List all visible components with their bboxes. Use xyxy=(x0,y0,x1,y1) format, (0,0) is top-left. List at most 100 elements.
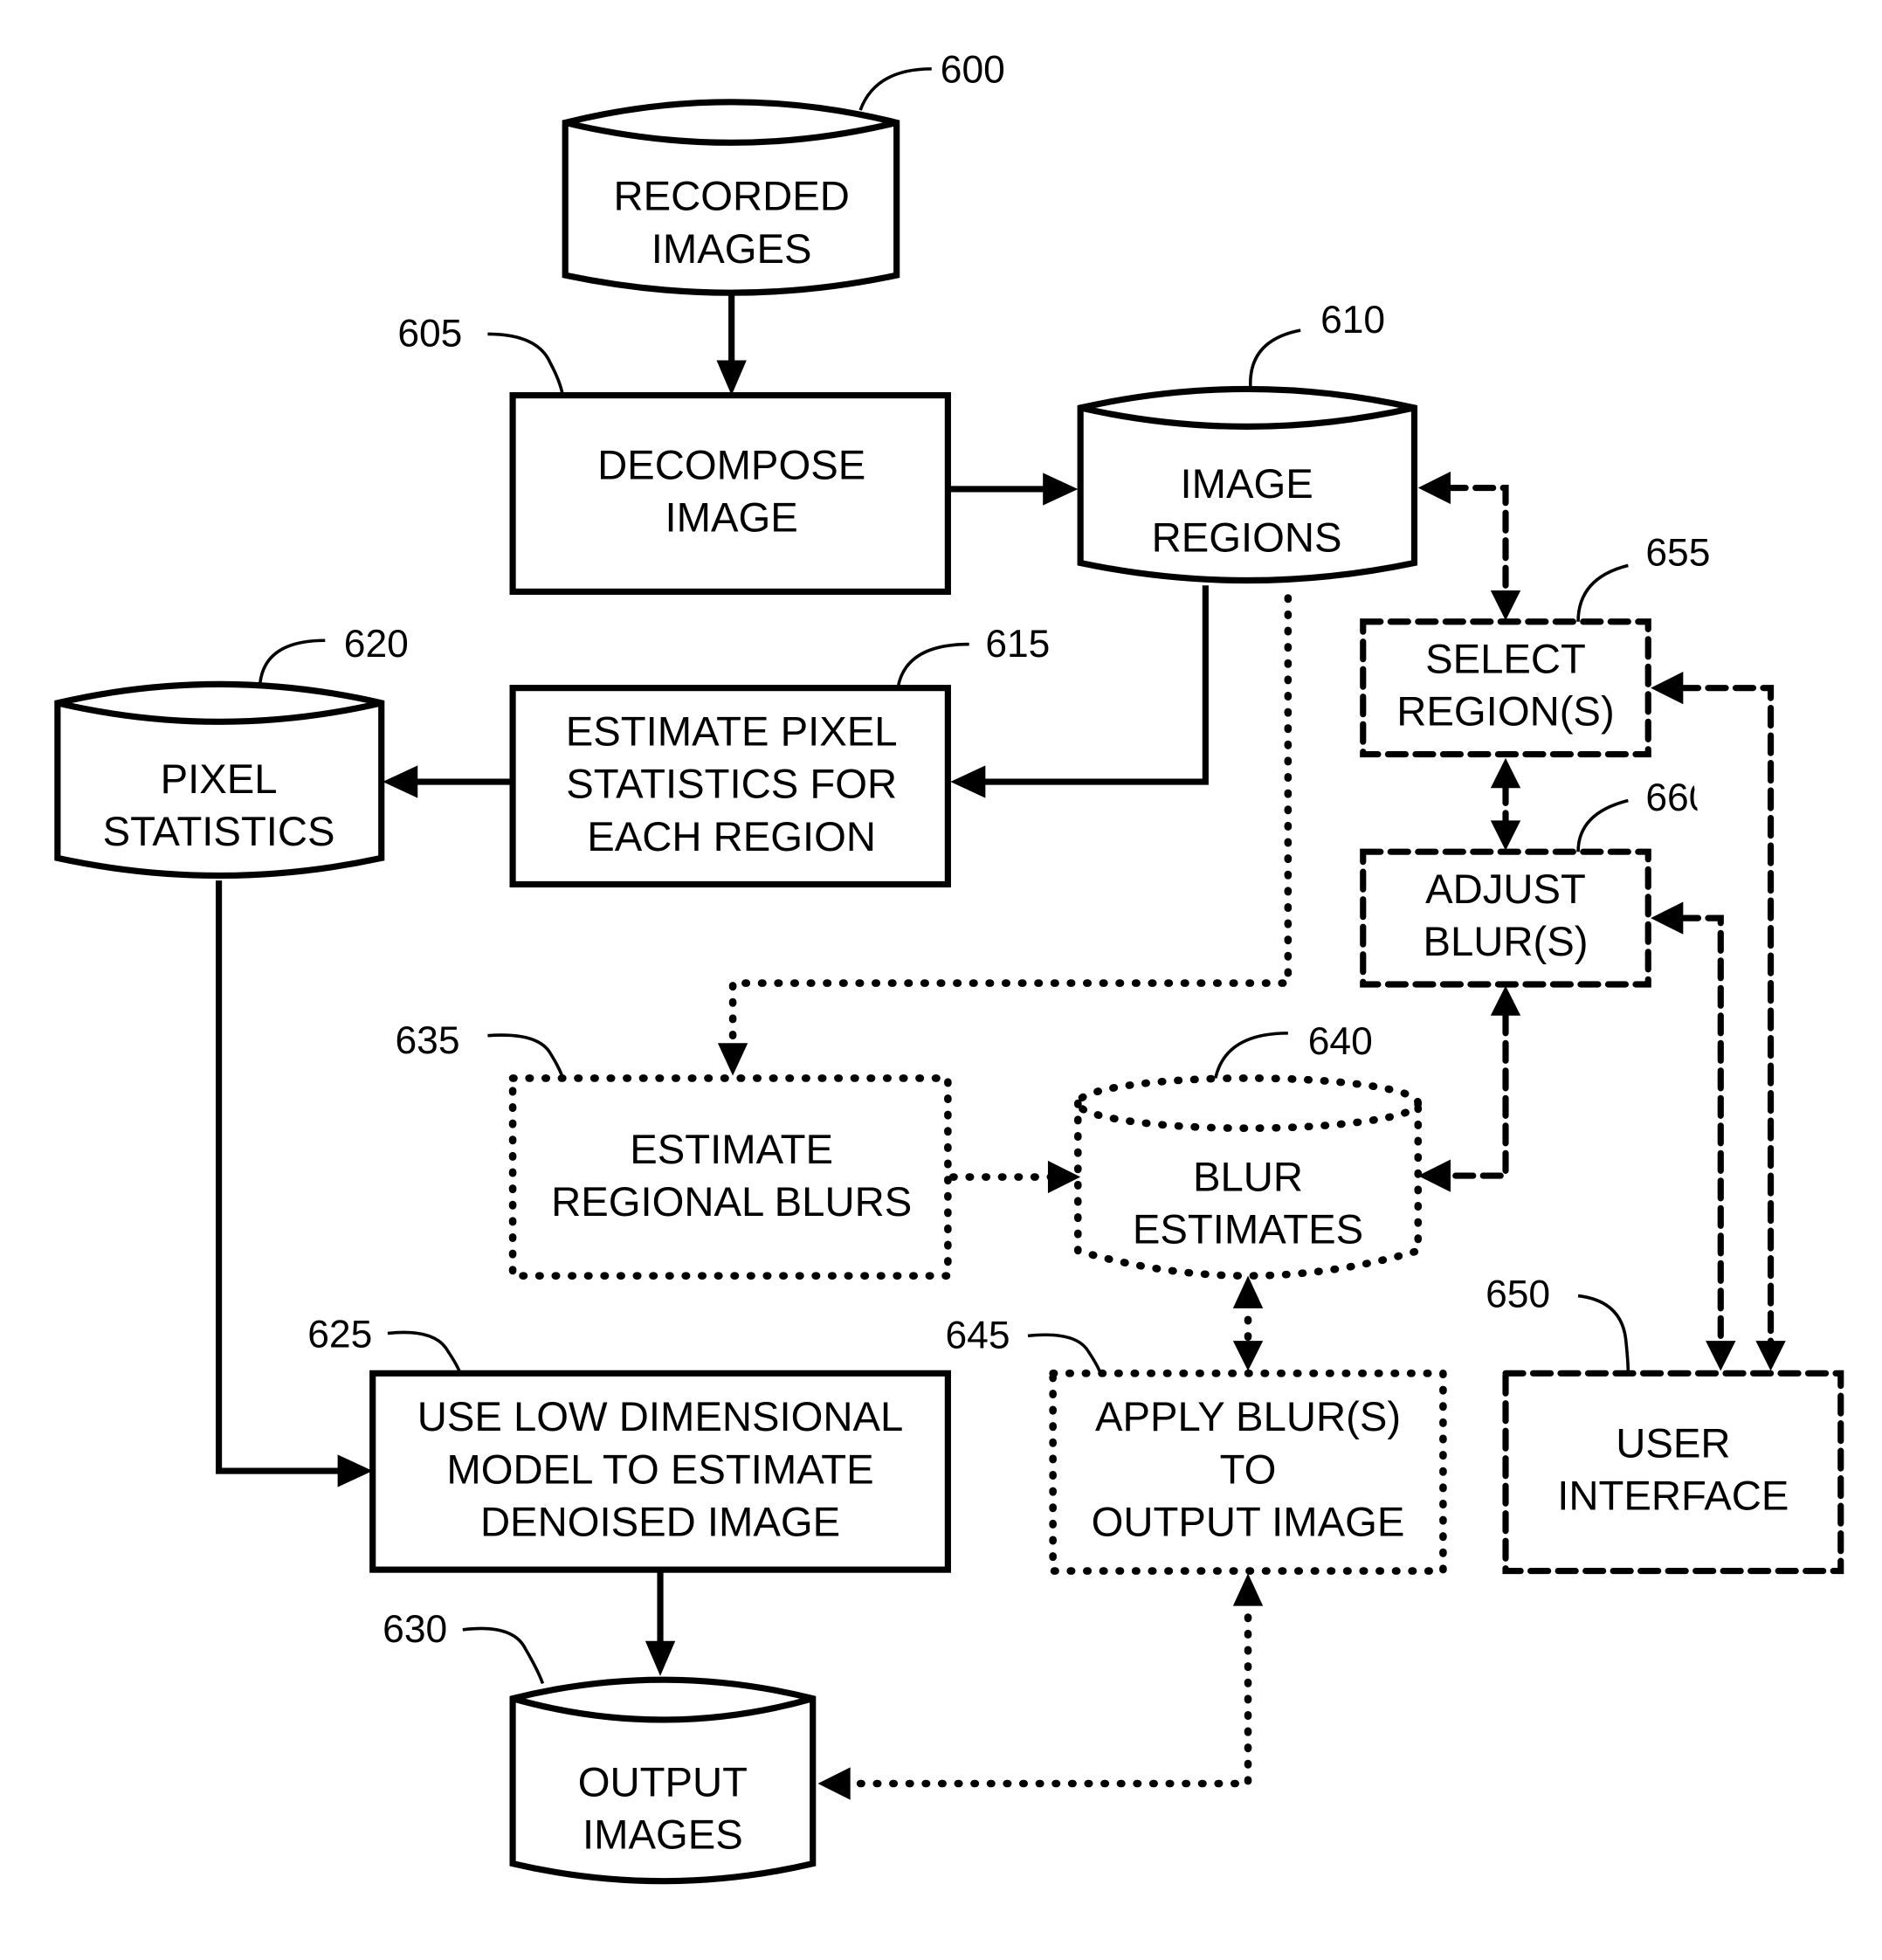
edge-605-610 xyxy=(948,473,1079,506)
edge-635-640 xyxy=(948,1160,1081,1194)
arrowhead-icon xyxy=(1490,985,1521,1016)
node-label-line: APPLY BLUR(S) xyxy=(1095,1394,1401,1440)
node-label-line: OUTPUT IMAGE xyxy=(1092,1499,1405,1545)
ref-number: 635 xyxy=(395,1019,459,1062)
node-label-line: IMAGES xyxy=(651,226,812,273)
arrowhead-icon xyxy=(1232,1275,1264,1308)
node-label-line: BLUR xyxy=(1193,1154,1303,1200)
arrowhead-icon xyxy=(717,1043,748,1076)
node-blur-estimates: BLUR ESTIMATES 640 xyxy=(1073,1020,1423,1280)
node-label-line: REGION(S) xyxy=(1396,689,1614,735)
node-label-line: ESTIMATES xyxy=(1133,1206,1363,1253)
node-pixel-statistics: PIXEL STATISTICS 620 xyxy=(54,623,409,880)
ref-leader xyxy=(1027,1333,1102,1374)
arrowhead-icon xyxy=(950,765,986,798)
node-low-dimensional-model: USE LOW DIMENSIONAL MODEL TO ESTIMATE DE… xyxy=(307,1313,951,1573)
ref-number: 600 xyxy=(941,49,1005,92)
node-label-line: USE LOW DIMENSIONAL xyxy=(417,1394,904,1440)
node-output-images: OUTPUT IMAGES 630 xyxy=(383,1608,817,1885)
ref-number: 615 xyxy=(985,623,1050,666)
node-recorded-images: RECORDED IMAGES 600 xyxy=(562,49,1005,296)
ref-number: 645 xyxy=(946,1315,1010,1357)
arrowhead-icon xyxy=(1651,901,1684,935)
edge-625-630 xyxy=(645,1570,676,1676)
node-label-line: IMAGE xyxy=(1180,461,1313,507)
node-label-line: TO xyxy=(1220,1446,1277,1493)
optional-process-box xyxy=(508,1074,952,1280)
arrowhead-icon xyxy=(1043,473,1079,506)
edge-640-645 xyxy=(1232,1275,1264,1371)
edge-610-655 xyxy=(1417,471,1521,621)
arrowhead-icon xyxy=(645,1640,676,1676)
node-apply-blurs: APPLY BLUR(S) TO OUTPUT IMAGE 645 xyxy=(946,1315,1447,1575)
ref-leader xyxy=(896,642,969,688)
ref-leader xyxy=(259,638,326,684)
arrowhead-icon xyxy=(1651,672,1684,705)
node-label-line: SELECT xyxy=(1425,636,1586,682)
flowchart: RECORDED IMAGES 600 DECOMPOSE IMAGE 605 … xyxy=(54,49,1844,1885)
node-adjust-blurs: ADJUST BLUR(S) 660 xyxy=(1360,776,1710,988)
node-estimate-regional-blurs: ESTIMATE REGIONAL BLURS 635 xyxy=(395,1019,952,1280)
arrowhead-icon xyxy=(1417,1159,1451,1192)
ref-leader xyxy=(858,67,932,111)
node-label-line: IMAGE xyxy=(665,495,798,542)
edge-660-650 xyxy=(1651,901,1736,1371)
node-label-line: RECORDED xyxy=(613,174,849,220)
node-label-line: REGIONS xyxy=(1152,515,1342,562)
ref-leader xyxy=(1249,328,1301,389)
node-label-line: INTERFACE xyxy=(1557,1473,1789,1519)
process-box xyxy=(509,392,951,595)
node-label-line: ESTIMATE xyxy=(630,1127,833,1173)
arrowhead-icon xyxy=(1417,471,1451,505)
node-label-line: ADJUST xyxy=(1425,866,1586,913)
edge-615-620 xyxy=(383,765,514,798)
arrowhead-icon xyxy=(337,1454,373,1487)
arrowhead-icon xyxy=(1755,1341,1786,1371)
edge-655-660 xyxy=(1490,757,1521,851)
ref-leader xyxy=(1576,563,1629,622)
ref-leader xyxy=(487,1033,565,1079)
node-user-interface: USER INTERFACE 650 xyxy=(1486,1273,1844,1575)
arrowhead-icon xyxy=(1490,757,1521,789)
node-label-line: IMAGES xyxy=(583,1812,743,1858)
edge-645-630 xyxy=(817,1573,1264,1800)
edge-610-615 xyxy=(950,585,1209,798)
arrowhead-icon xyxy=(1232,1573,1264,1606)
ref-number: 650 xyxy=(1486,1273,1550,1315)
ref-number: 625 xyxy=(307,1313,372,1356)
node-label-line: PIXEL xyxy=(161,756,278,803)
node-label-line: EACH REGION xyxy=(587,814,876,860)
node-label-line: REGIONAL BLURS xyxy=(551,1179,912,1225)
node-label-line: MODEL TO ESTIMATE xyxy=(446,1446,873,1493)
edge-660-640 xyxy=(1417,985,1521,1192)
node-label-line: STATISTICS FOR xyxy=(566,762,897,808)
arrowhead-icon xyxy=(1490,820,1521,851)
arrowhead-icon xyxy=(716,360,747,396)
ref-number: 610 xyxy=(1320,299,1385,342)
ref-leader xyxy=(1576,798,1629,852)
node-label-line: OUTPUT xyxy=(578,1759,748,1805)
arrowhead-icon xyxy=(383,765,418,798)
ref-leader xyxy=(1577,1294,1630,1374)
node-estimate-pixel-statistics: ESTIMATE PIXEL STATISTICS FOR EACH REGIO… xyxy=(509,623,1050,888)
datastore-top-ellipse xyxy=(1073,1074,1423,1132)
node-label-line: STATISTICS xyxy=(103,809,335,855)
arrowhead-icon xyxy=(1490,590,1521,621)
ref-leader xyxy=(487,332,565,396)
edge-600-605 xyxy=(716,295,747,396)
ref-number: 640 xyxy=(1308,1020,1373,1063)
edge-620-625 xyxy=(216,880,373,1487)
node-label-line: ESTIMATE PIXEL xyxy=(566,709,898,756)
arrowhead-icon xyxy=(1706,1341,1736,1371)
ref-leader xyxy=(1214,1032,1288,1079)
node-label-line: DENOISED IMAGE xyxy=(480,1499,840,1545)
node-label-line: BLUR(S) xyxy=(1423,919,1588,965)
node-label-line: USER xyxy=(1616,1420,1730,1467)
arrowhead-icon xyxy=(1232,1341,1264,1371)
ref-leader xyxy=(462,1626,545,1685)
ref-number: 605 xyxy=(397,313,462,355)
node-label-line: DECOMPOSE xyxy=(597,443,865,489)
node-image-regions: IMAGE REGIONS 610 xyxy=(1077,299,1418,584)
arrowhead-icon xyxy=(817,1767,851,1800)
ref-leader xyxy=(387,1330,462,1374)
